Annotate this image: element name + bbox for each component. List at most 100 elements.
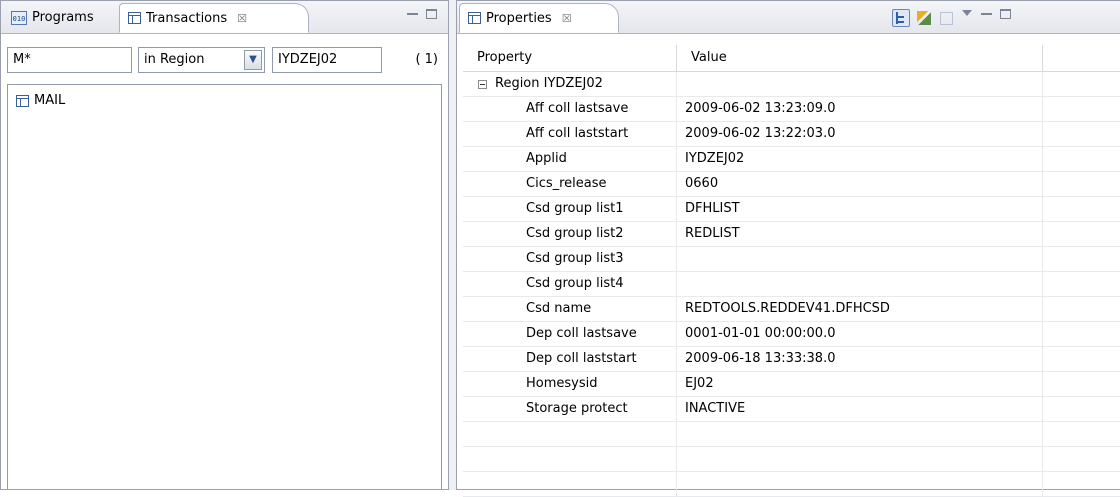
property-value-cell bbox=[677, 447, 1043, 471]
view-menu-icon[interactable] bbox=[962, 10, 972, 16]
property-value-cell: REDLIST bbox=[677, 222, 1043, 246]
filler-cell bbox=[1043, 347, 1120, 371]
column-header-filler bbox=[1043, 45, 1120, 71]
property-name-cell: Applid bbox=[463, 147, 677, 171]
property-value-cell bbox=[677, 247, 1043, 271]
maximize-icon[interactable] bbox=[1000, 9, 1011, 19]
group-label: Region IYDZEJ02 bbox=[495, 76, 603, 91]
property-value-cell: 2009-06-02 13:23:09.0 bbox=[677, 97, 1043, 121]
tab-transactions-label: Transactions bbox=[146, 10, 228, 26]
column-header-property[interactable]: Property bbox=[463, 45, 677, 71]
property-value-cell bbox=[677, 422, 1043, 446]
table-row[interactable]: Dep coll lastsave 0001-01-01 00:00:00.0 bbox=[463, 322, 1120, 347]
tab-transactions[interactable]: Transactions ☒ bbox=[119, 3, 309, 33]
table-row[interactable]: Dep coll laststart 2009-06-18 13:33:38.0 bbox=[463, 347, 1120, 372]
properties-view: Properties ☒ Property Value Region IYDZE… bbox=[456, 0, 1120, 497]
property-name-cell: Cics_release bbox=[463, 172, 677, 196]
table-row[interactable]: Csd group list4 bbox=[463, 272, 1120, 297]
table-row[interactable]: Cics_release 0660 bbox=[463, 172, 1120, 197]
property-rows: Aff coll lastsave 2009-06-02 13:23:09.0 Af… bbox=[463, 97, 1120, 497]
left-tab-bar: 010 Programs Transactions ☒ bbox=[1, 1, 448, 34]
table-row[interactable]: Homesysid EJ02 bbox=[463, 372, 1120, 397]
tab-properties[interactable]: Properties ☒ bbox=[459, 3, 619, 33]
filter-row: M* in Region ▼ IYDZEJ02 ( 1) bbox=[7, 47, 442, 75]
collapse-icon[interactable] bbox=[478, 79, 487, 89]
column-header-value[interactable]: Value bbox=[677, 45, 1043, 71]
table-row[interactable]: Aff coll laststart 2009-06-02 13:22:03.0 bbox=[463, 122, 1120, 147]
filler-cell bbox=[1043, 272, 1120, 296]
property-value-cell: INACTIVE bbox=[677, 397, 1043, 421]
maximize-icon[interactable] bbox=[426, 9, 437, 19]
table-header: Property Value bbox=[463, 45, 1120, 72]
property-name-cell bbox=[463, 422, 677, 446]
table-row[interactable]: Csd group list3 bbox=[463, 247, 1120, 272]
property-value-cell: REDTOOLS.REDDEV41.DFHCSD bbox=[677, 297, 1043, 321]
transactions-view: 010 Programs Transactions ☒ M* in Region… bbox=[0, 0, 449, 490]
filler-cell bbox=[1043, 247, 1120, 271]
table-row[interactable]: Storage protect INACTIVE bbox=[463, 397, 1120, 422]
minimize-icon[interactable] bbox=[407, 13, 418, 15]
filler-cell bbox=[1043, 147, 1120, 171]
close-icon[interactable]: ☒ bbox=[237, 12, 247, 25]
property-name-cell bbox=[463, 447, 677, 471]
property-name-cell: Csd group list3 bbox=[463, 247, 677, 271]
filler-cell bbox=[1043, 222, 1120, 246]
property-value-cell: 2009-06-18 13:33:38.0 bbox=[677, 347, 1043, 371]
table-row[interactable]: Aff coll lastsave 2009-06-02 13:23:09.0 bbox=[463, 97, 1120, 122]
table-row[interactable] bbox=[463, 447, 1120, 472]
minimize-icon[interactable] bbox=[981, 13, 992, 15]
tree-item[interactable]: MAIL bbox=[16, 93, 65, 108]
property-value-cell bbox=[677, 272, 1043, 296]
property-name-cell: Aff coll laststart bbox=[463, 122, 677, 146]
chevron-down-icon[interactable]: ▼ bbox=[244, 50, 262, 70]
group-cell: Region IYDZEJ02 bbox=[463, 72, 677, 96]
tab-properties-label: Properties bbox=[486, 10, 552, 26]
name-filter-input[interactable]: M* bbox=[7, 47, 132, 73]
table-icon bbox=[16, 94, 29, 107]
property-name-cell: Csd group list4 bbox=[463, 272, 677, 296]
filler-cell bbox=[1043, 422, 1120, 446]
table-row[interactable] bbox=[463, 422, 1120, 447]
restore-default-icon[interactable] bbox=[937, 9, 955, 27]
filler-cell bbox=[1043, 322, 1120, 346]
table-row[interactable]: Csd name REDTOOLS.REDDEV41.DFHCSD bbox=[463, 297, 1120, 322]
close-icon[interactable]: ☒ bbox=[562, 12, 572, 25]
right-tab-bar: Properties ☒ bbox=[457, 1, 1120, 34]
filler-cell bbox=[1043, 472, 1120, 496]
tab-programs-label: Programs bbox=[32, 10, 94, 25]
filler-cell bbox=[1043, 372, 1120, 396]
table-row[interactable]: Csd group list1 DFHLIST bbox=[463, 197, 1120, 222]
filler-cell bbox=[1043, 72, 1120, 96]
table-row[interactable]: Applid IYDZEJ02 bbox=[463, 147, 1120, 172]
property-name-cell: Homesysid bbox=[463, 372, 677, 396]
scope-select[interactable]: in Region ▼ bbox=[138, 47, 265, 73]
show-advanced-icon[interactable] bbox=[915, 9, 933, 27]
property-value-cell bbox=[677, 472, 1043, 496]
region-input[interactable]: IYDZEJ02 bbox=[272, 47, 382, 73]
property-name-cell bbox=[463, 472, 677, 496]
property-name-cell: Csd name bbox=[463, 297, 677, 321]
show-categories-icon[interactable] bbox=[892, 9, 910, 27]
property-name-cell: Dep coll lastsave bbox=[463, 322, 677, 346]
filler-cell bbox=[1043, 172, 1120, 196]
property-value-cell: 0001-01-01 00:00:00.0 bbox=[677, 322, 1043, 346]
filler-cell bbox=[1043, 447, 1120, 471]
table-row-group[interactable]: Region IYDZEJ02 bbox=[463, 72, 1120, 97]
table-row[interactable] bbox=[463, 472, 1120, 497]
table-icon bbox=[468, 12, 481, 24]
property-value-cell: IYDZEJ02 bbox=[677, 147, 1043, 171]
tab-programs[interactable]: 010 Programs bbox=[3, 3, 102, 32]
transaction-tree: MAIL bbox=[7, 84, 442, 489]
properties-table: Property Value Region IYDZEJ02 Aff coll … bbox=[463, 45, 1120, 497]
property-name-cell: Storage protect bbox=[463, 397, 677, 421]
property-name-cell: Csd group list2 bbox=[463, 222, 677, 246]
table-row[interactable]: Csd group list2 REDLIST bbox=[463, 222, 1120, 247]
property-name-cell: Dep coll laststart bbox=[463, 347, 677, 371]
tree-item-label: MAIL bbox=[34, 93, 66, 108]
view-sash[interactable] bbox=[449, 0, 456, 490]
property-value-cell: EJ02 bbox=[677, 372, 1043, 396]
filler-cell bbox=[1043, 97, 1120, 121]
filler-cell bbox=[1043, 397, 1120, 421]
result-count: ( 1) bbox=[415, 52, 438, 67]
scope-select-value: in Region bbox=[144, 52, 205, 67]
